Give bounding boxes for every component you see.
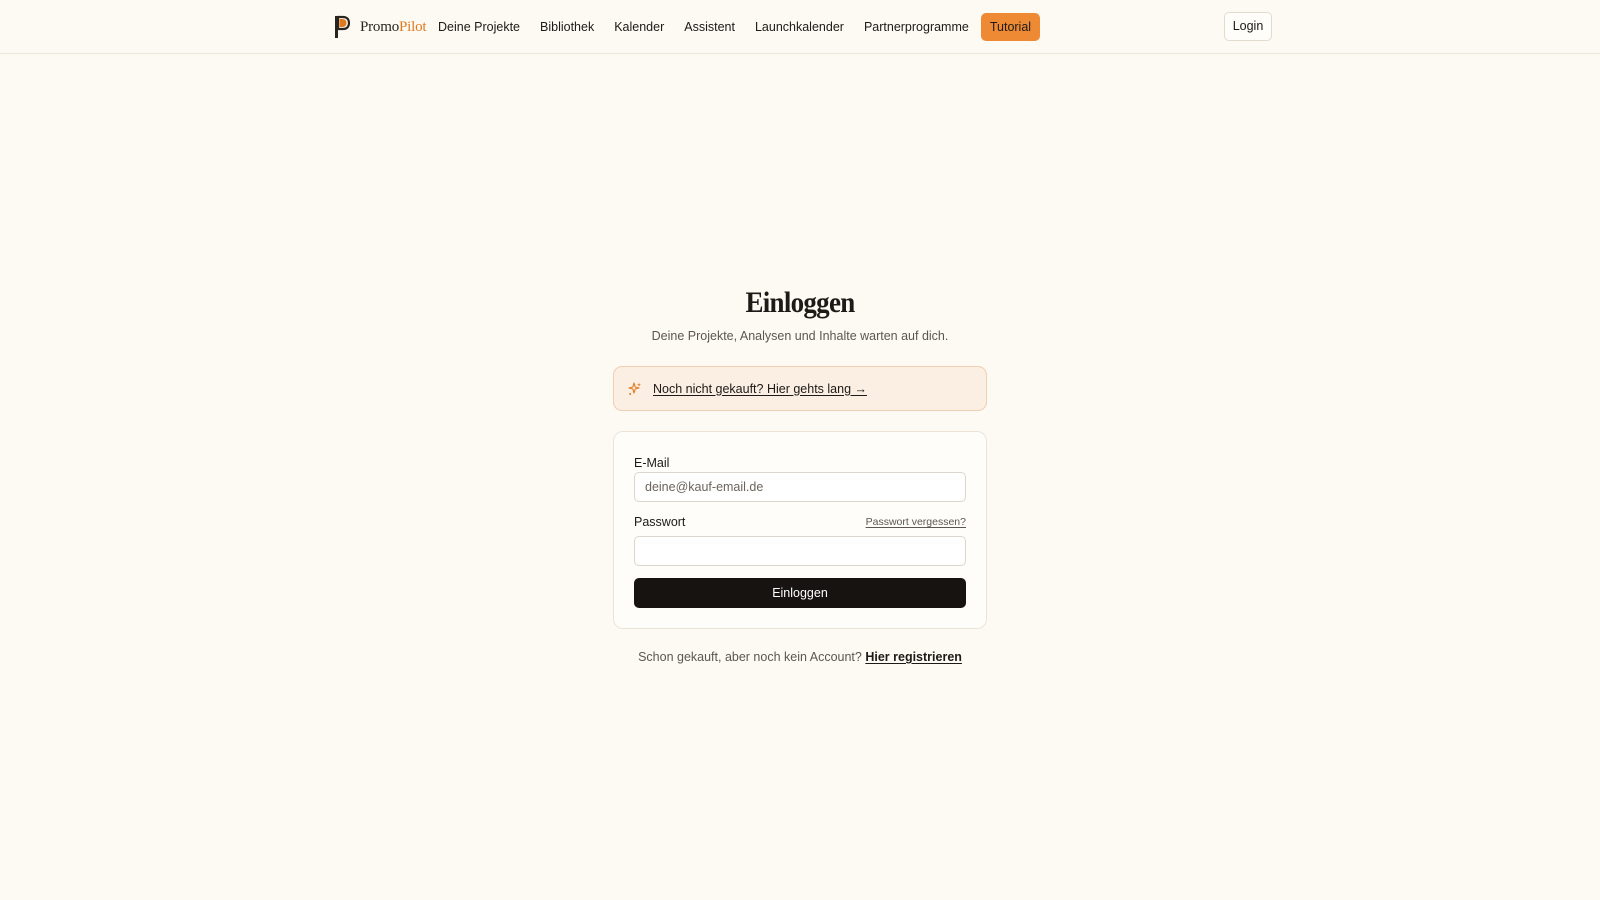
- page-title: Einloggen: [745, 286, 855, 319]
- nav-item-partnerprogramme[interactable]: Partnerprogramme: [854, 13, 979, 41]
- login-button[interactable]: Login: [1224, 12, 1272, 41]
- main-nav: Deine Projekte Bibliothek Kalender Assis…: [428, 13, 1041, 41]
- register-prompt: Schon gekauft, aber noch kein Account? H…: [0, 650, 1600, 664]
- email-input[interactable]: [634, 472, 966, 502]
- nav-item-assistent[interactable]: Assistent: [674, 13, 745, 41]
- purchase-link[interactable]: Noch nicht gekauft? Hier gehts lang →: [653, 382, 867, 396]
- page-subtitle: Deine Projekte, Analysen und Inhalte war…: [651, 329, 949, 343]
- sparkles-icon: [628, 381, 641, 395]
- email-label: E-Mail: [634, 456, 670, 470]
- promopilot-logo-icon: [335, 15, 350, 38]
- password-label: Passwort: [634, 515, 686, 529]
- purchase-promo-banner: Noch nicht gekauft? Hier gehts lang →: [613, 366, 987, 411]
- forgot-password-link[interactable]: Passwort vergessen?: [866, 516, 966, 528]
- login-submit-button[interactable]: Einloggen: [634, 578, 966, 608]
- nav-item-bibliothek[interactable]: Bibliothek: [530, 13, 604, 41]
- brand-name: PromoPilot: [360, 18, 427, 36]
- nav-item-tutorial-button[interactable]: Tutorial: [980, 13, 1041, 41]
- nav-item-kalender[interactable]: Kalender: [604, 13, 674, 41]
- brand-logo-link[interactable]: PromoPilot: [334, 14, 427, 40]
- register-prompt-text: Schon gekauft, aber noch kein Account?: [638, 650, 862, 664]
- nav-item-deine-projekte[interactable]: Deine Projekte: [428, 13, 530, 41]
- brand-name-part2: Pilot: [399, 18, 427, 35]
- password-input[interactable]: [634, 536, 966, 566]
- register-link[interactable]: Hier registrieren: [865, 650, 962, 664]
- nav-item-launchkalender[interactable]: Launchkalender: [745, 13, 854, 41]
- brand-name-part1: Promo: [360, 18, 400, 35]
- top-navigation-bar: PromoPilot Deine Projekte Bibliothek Kal…: [0, 0, 1600, 54]
- login-form-card: E-Mail Passwort Passwort vergessen? Einl…: [613, 431, 987, 629]
